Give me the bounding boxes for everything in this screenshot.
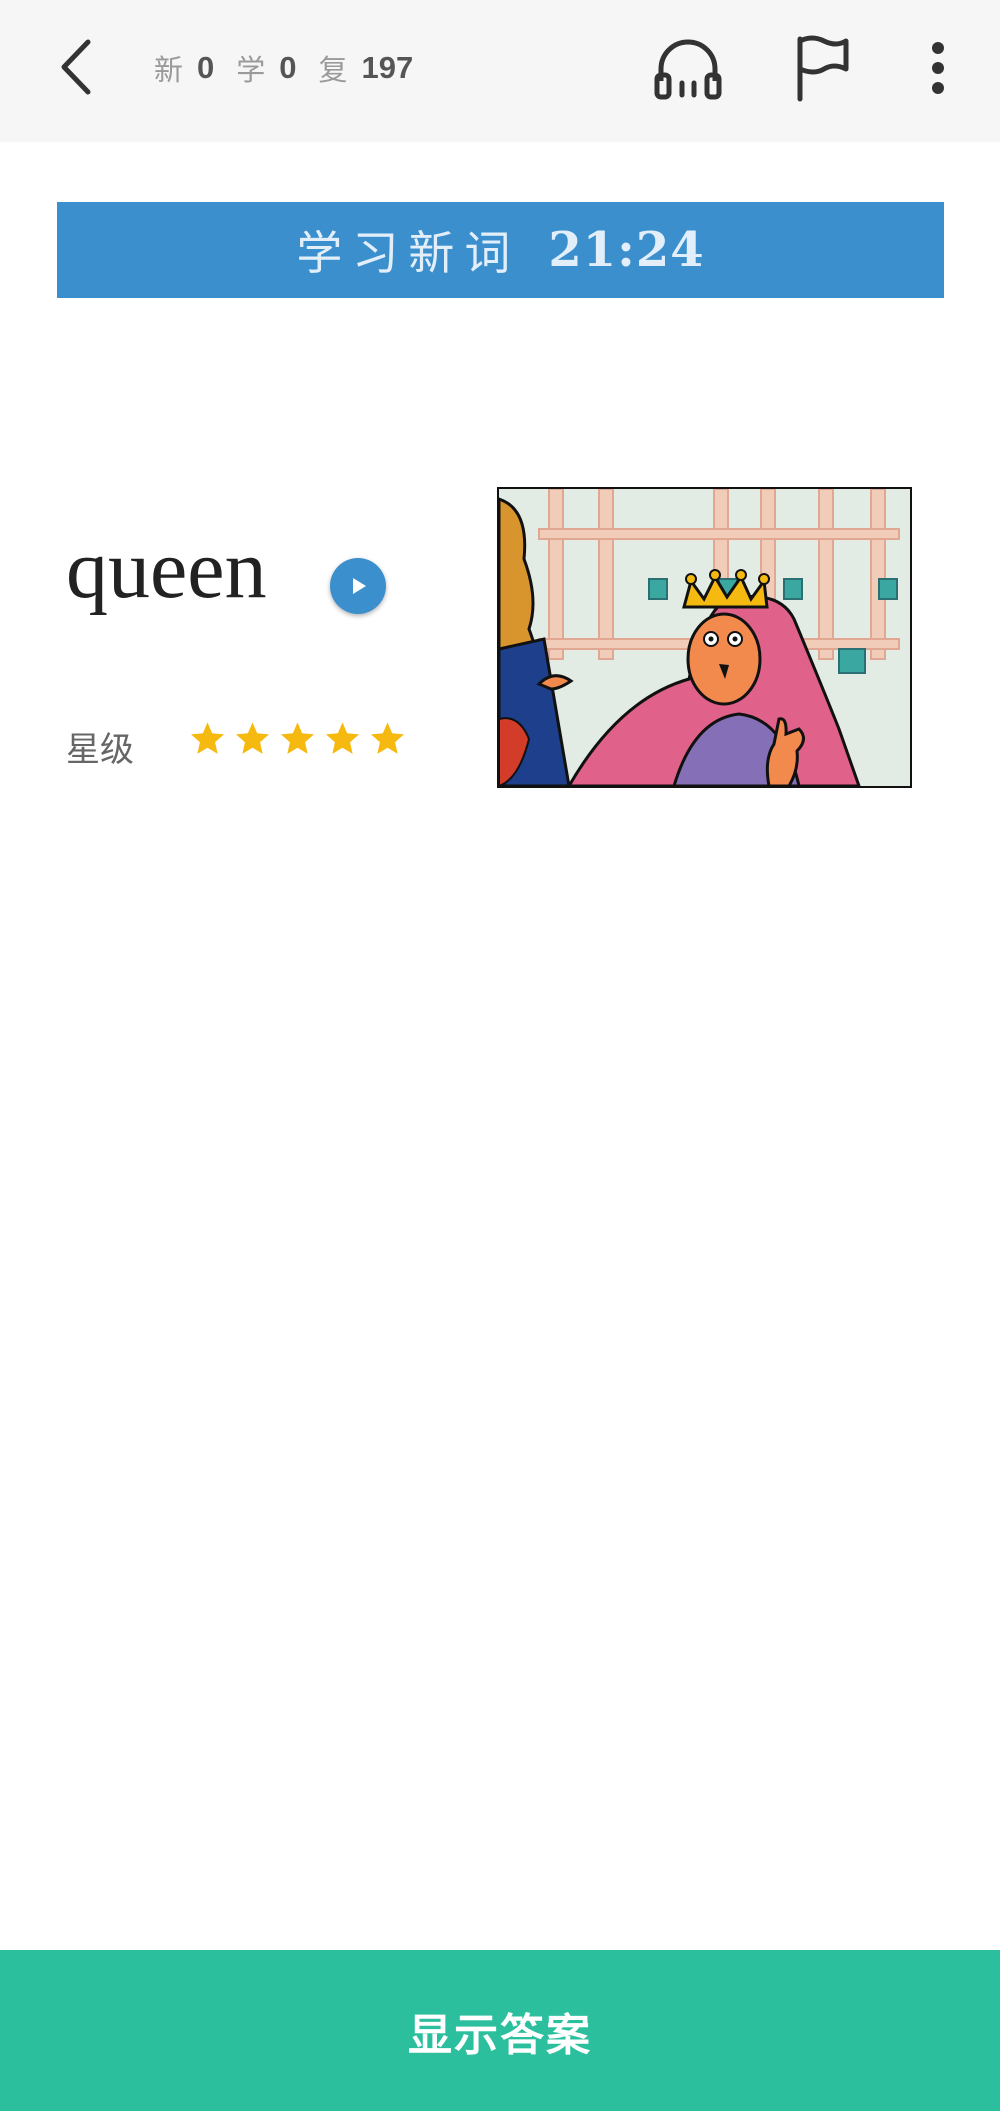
review-count-label: 复 bbox=[318, 53, 348, 87]
top-toolbar: 新 0 学 0 复 197 bbox=[0, 0, 1000, 142]
flag-icon bbox=[797, 35, 849, 102]
back-button[interactable] bbox=[48, 32, 104, 102]
audio-mode-button[interactable] bbox=[648, 28, 728, 108]
play-icon bbox=[353, 578, 366, 594]
queen-cartoon-illustration bbox=[499, 489, 910, 786]
star-icon bbox=[326, 722, 359, 754]
word-illustration bbox=[497, 487, 912, 788]
more-vertical-icon bbox=[932, 42, 944, 94]
learn-count-label: 学 bbox=[236, 53, 266, 87]
banner-title: 学习新词 bbox=[296, 226, 521, 280]
more-options-button[interactable] bbox=[898, 28, 978, 108]
review-count-value: 197 bbox=[361, 50, 414, 85]
progress-counters: 新 0 学 0 复 197 bbox=[154, 48, 435, 88]
star-icon bbox=[371, 722, 404, 754]
star-icon bbox=[191, 722, 224, 754]
new-count-value: 0 bbox=[197, 50, 215, 85]
star-rating bbox=[189, 720, 406, 757]
flag-button[interactable] bbox=[782, 28, 862, 108]
show-answer-button[interactable]: 显示答案 bbox=[0, 1950, 1000, 2111]
new-count-label: 新 bbox=[154, 53, 184, 87]
study-timer: 21:24 bbox=[548, 222, 705, 278]
headphones-icon bbox=[654, 39, 722, 100]
star-icon bbox=[281, 722, 314, 754]
rating-label: 星级 bbox=[66, 730, 134, 770]
back-arrow-icon bbox=[61, 39, 91, 95]
vocabulary-word: queen bbox=[66, 523, 267, 616]
play-pronunciation-button[interactable] bbox=[330, 558, 386, 614]
star-icon bbox=[236, 722, 269, 754]
study-banner: 学习新词 21:24 bbox=[57, 202, 944, 298]
learn-count-value: 0 bbox=[279, 50, 297, 85]
